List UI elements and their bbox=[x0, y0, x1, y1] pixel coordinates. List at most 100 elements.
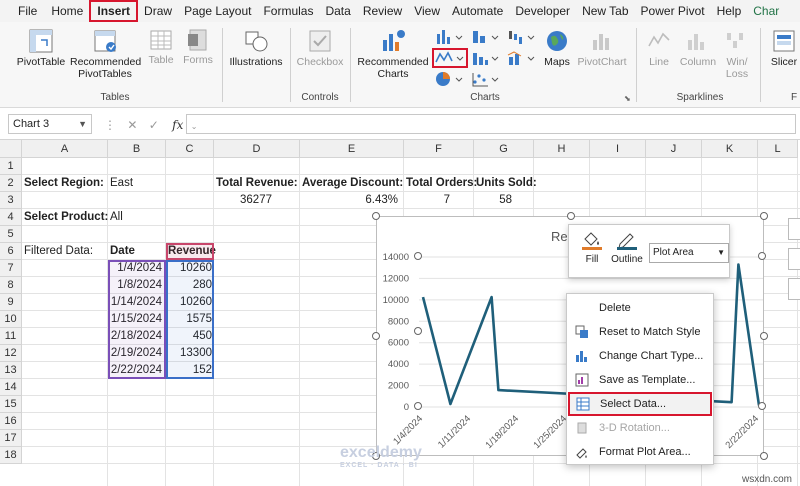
plot-area-handle[interactable] bbox=[414, 402, 422, 410]
row-header-10[interactable]: 10 bbox=[0, 311, 22, 328]
total-revenue-value[interactable]: 36277 bbox=[216, 192, 272, 209]
cancel-icon[interactable]: ✕ bbox=[127, 118, 137, 132]
menu-item-reset-style[interactable]: Reset to Match Style bbox=[567, 320, 713, 344]
tab-formulas[interactable]: Formulas bbox=[257, 0, 319, 22]
enter-icon[interactable]: ✓ bbox=[149, 118, 159, 132]
resize-handle[interactable] bbox=[760, 332, 768, 340]
column-header-j[interactable]: J bbox=[646, 140, 702, 158]
chart-filters-button[interactable] bbox=[788, 278, 800, 300]
column-header-f[interactable]: F bbox=[404, 140, 474, 158]
select-region-value[interactable]: East bbox=[110, 175, 133, 192]
units-sold-value[interactable]: 58 bbox=[476, 192, 512, 209]
statistic-chart-button[interactable] bbox=[470, 49, 502, 67]
chart-elements-button[interactable] bbox=[788, 218, 800, 240]
recommended-pivottables-button[interactable]: Recommended PivotTables bbox=[70, 28, 141, 80]
row-header-2[interactable]: 2 bbox=[0, 175, 22, 192]
row-header-16[interactable]: 16 bbox=[0, 413, 22, 430]
resize-handle[interactable] bbox=[372, 212, 380, 220]
resize-handle[interactable] bbox=[760, 212, 768, 220]
maps-button[interactable]: Maps bbox=[540, 28, 574, 68]
column-header-l[interactable]: L bbox=[758, 140, 798, 158]
fill-button[interactable]: Fill bbox=[577, 229, 607, 265]
row-header-12[interactable]: 12 bbox=[0, 345, 22, 362]
tab-power-pivot[interactable]: Power Pivot bbox=[635, 0, 711, 22]
tab-automate[interactable]: Automate bbox=[446, 0, 509, 22]
tab-file[interactable]: File bbox=[0, 0, 43, 22]
chart-element-selector[interactable]: Plot Area ▼ bbox=[649, 243, 729, 263]
column-header-a[interactable]: A bbox=[22, 140, 108, 158]
formula-input[interactable] bbox=[186, 114, 796, 134]
row-header-18[interactable]: 18 bbox=[0, 447, 22, 464]
resize-handle[interactable] bbox=[567, 212, 575, 220]
tab-home[interactable]: Home bbox=[43, 0, 89, 22]
menu-item-format-plot-area[interactable]: Format Plot Area... bbox=[567, 440, 713, 464]
total-orders-value[interactable]: 7 bbox=[406, 192, 450, 209]
sparkline-column-button[interactable]: Column bbox=[678, 28, 718, 68]
total-revenue-label[interactable]: Total Revenue: bbox=[216, 175, 298, 192]
date-header[interactable]: Date bbox=[110, 243, 135, 260]
row-header-3[interactable]: 3 bbox=[0, 192, 22, 209]
tab-draw[interactable]: Draw bbox=[138, 0, 178, 22]
select-product-value[interactable]: All bbox=[110, 209, 123, 226]
pivottable-button[interactable]: PivotTable bbox=[16, 28, 66, 68]
combo-chart-button[interactable] bbox=[506, 49, 538, 67]
select-region-label[interactable]: Select Region: bbox=[24, 175, 104, 192]
chart-styles-button[interactable] bbox=[788, 248, 800, 270]
average-discount-label[interactable]: Average Discount: bbox=[302, 175, 403, 192]
tab-insert[interactable]: Insert bbox=[89, 0, 139, 22]
plot-area-handle[interactable] bbox=[758, 252, 766, 260]
column-header-c[interactable]: C bbox=[166, 140, 214, 158]
row-header-5[interactable]: 5 bbox=[0, 226, 22, 243]
fx-icon[interactable]: fx bbox=[172, 118, 183, 132]
tab-chart-design[interactable]: Char bbox=[747, 0, 785, 22]
column-header-k[interactable]: K bbox=[702, 140, 758, 158]
row-header-15[interactable]: 15 bbox=[0, 396, 22, 413]
row-header-7[interactable]: 7 bbox=[0, 260, 22, 277]
column-header-b[interactable]: B bbox=[108, 140, 166, 158]
tab-review[interactable]: Review bbox=[357, 0, 408, 22]
menu-item-change-chart-type[interactable]: Change Chart Type... bbox=[567, 344, 713, 368]
waterfall-chart-button[interactable] bbox=[506, 28, 538, 46]
illustrations-button[interactable]: Illustrations bbox=[226, 28, 286, 68]
name-box[interactable]: Chart 3 ▼ bbox=[8, 114, 92, 134]
forms-button[interactable]: Forms bbox=[180, 28, 216, 66]
row-header-9[interactable]: 9 bbox=[0, 294, 22, 311]
total-orders-label[interactable]: Total Orders: bbox=[406, 175, 477, 192]
row-header-14[interactable]: 14 bbox=[0, 379, 22, 396]
menu-item-select-data[interactable]: Select Data... bbox=[568, 392, 712, 416]
select-product-label[interactable]: Select Product: bbox=[24, 209, 108, 226]
column-header-e[interactable]: E bbox=[300, 140, 404, 158]
table-button[interactable]: Table bbox=[145, 28, 177, 66]
row-header-6[interactable]: 6 bbox=[0, 243, 22, 260]
recommended-charts-button[interactable]: Recommended Charts bbox=[356, 28, 430, 80]
row-header-11[interactable]: 11 bbox=[0, 328, 22, 345]
tab-page-layout[interactable]: Page Layout bbox=[178, 0, 257, 22]
units-sold-label[interactable]: Units Sold: bbox=[476, 175, 537, 192]
chevron-down-icon[interactable]: ▼ bbox=[78, 115, 87, 133]
charts-dialog-launcher-icon[interactable]: ⬊ bbox=[624, 94, 631, 103]
outline-button[interactable]: Outline bbox=[609, 229, 645, 265]
sparkline-winloss-button[interactable]: Win/ Loss bbox=[720, 28, 754, 80]
column-chart-button[interactable] bbox=[434, 28, 466, 46]
tab-view[interactable]: View bbox=[408, 0, 446, 22]
plot-area-handle[interactable] bbox=[414, 252, 422, 260]
column-header-h[interactable]: H bbox=[534, 140, 590, 158]
tab-data[interactable]: Data bbox=[319, 0, 356, 22]
row-header-17[interactable]: 17 bbox=[0, 430, 22, 447]
pie-chart-button[interactable] bbox=[434, 70, 466, 88]
column-header-g[interactable]: G bbox=[474, 140, 534, 158]
slicer-button[interactable]: Slicer bbox=[768, 28, 800, 68]
row-header-4[interactable]: 4 bbox=[0, 209, 22, 226]
tab-developer[interactable]: Developer bbox=[509, 0, 576, 22]
checkbox-button[interactable]: Checkbox bbox=[296, 28, 344, 68]
line-chart-button[interactable] bbox=[432, 48, 468, 68]
row-header-13[interactable]: 13 bbox=[0, 362, 22, 379]
scatter-chart-button[interactable] bbox=[470, 70, 502, 88]
filtered-data-label[interactable]: Filtered Data: bbox=[24, 243, 93, 260]
sparkline-line-button[interactable]: Line bbox=[642, 28, 676, 68]
resize-handle[interactable] bbox=[760, 452, 768, 460]
average-discount-value[interactable]: 6.43% bbox=[302, 192, 398, 209]
plot-area-handle[interactable] bbox=[758, 402, 766, 410]
select-all-corner[interactable] bbox=[0, 140, 22, 158]
column-header-i[interactable]: I bbox=[590, 140, 646, 158]
